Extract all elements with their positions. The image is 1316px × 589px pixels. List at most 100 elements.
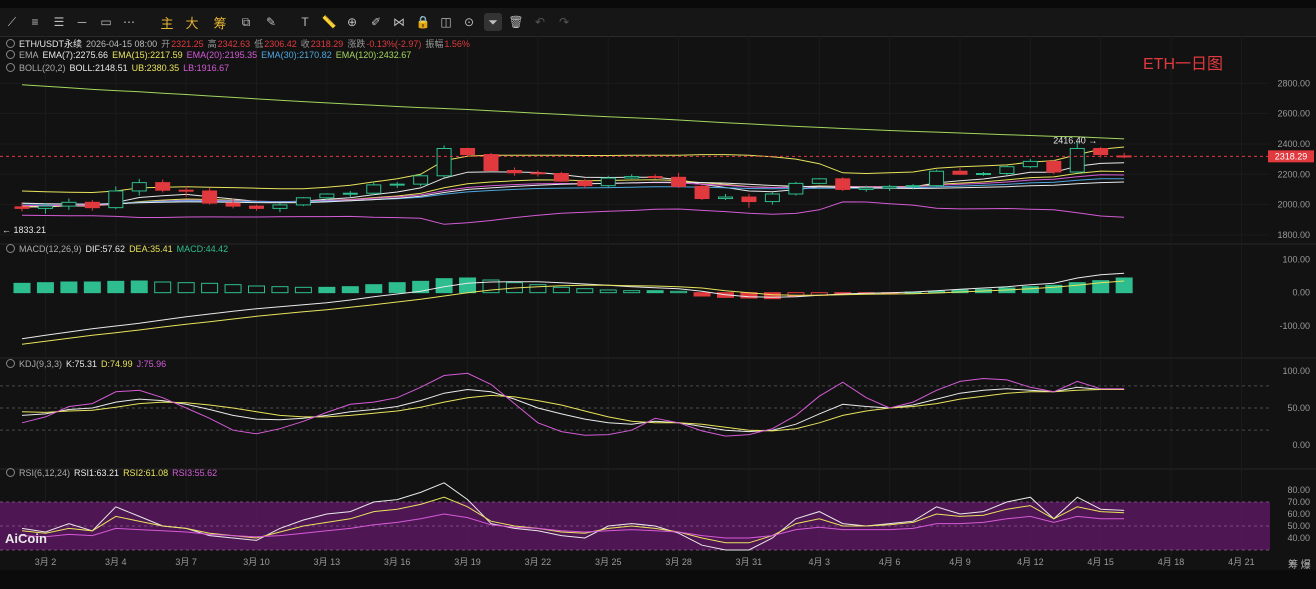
delete-tool-icon[interactable]: 🗑 bbox=[507, 13, 525, 31]
indicator-value: D:74.99 bbox=[101, 359, 133, 369]
macd-bar bbox=[60, 281, 78, 294]
undo-icon[interactable]: ↶ bbox=[531, 13, 549, 31]
bottom-bar bbox=[0, 570, 1316, 589]
macd-bar bbox=[646, 290, 664, 294]
candle bbox=[1022, 160, 1038, 168]
eye-icon[interactable] bbox=[6, 359, 15, 368]
macd-bar bbox=[154, 281, 172, 294]
price-tick-label: 2800.00 bbox=[1277, 78, 1310, 88]
indicator-name[interactable]: MACD(12,26,9) bbox=[19, 244, 82, 254]
kdj-k-line bbox=[21, 386, 1125, 433]
eye-icon[interactable] bbox=[6, 244, 15, 253]
visibility-tool-icon[interactable]: ◫ bbox=[437, 13, 455, 31]
lock-tool-icon[interactable]: 🔒 bbox=[414, 13, 432, 31]
horizontal-line-tool-icon[interactable]: ─ bbox=[73, 13, 91, 31]
x-tick-label: 3月 22 bbox=[525, 557, 552, 567]
symbol-name[interactable]: ETH/USDT永续 bbox=[19, 39, 82, 49]
low-value: 2306.42 bbox=[264, 39, 297, 49]
indicator-name[interactable]: KDJ(9,3,3) bbox=[19, 359, 62, 369]
macd-bar bbox=[599, 289, 617, 294]
macd-tick-label: 100.00 bbox=[1282, 254, 1310, 264]
brush-tool-icon[interactable]: ✐ bbox=[367, 13, 385, 31]
text-tool-icon[interactable]: T bbox=[296, 13, 314, 31]
candle bbox=[225, 202, 241, 207]
ema-legend-row: EMA EMA(7):2275.66 EMA(15):2217.59 EMA(20):… bbox=[6, 50, 415, 60]
x-tick-label: 3月 28 bbox=[665, 557, 692, 567]
kdj-tick-label: 100.00 bbox=[1282, 366, 1310, 376]
price-line-ema-120- bbox=[21, 84, 1125, 140]
indicator-name[interactable]: EMA bbox=[19, 50, 39, 60]
eye-icon[interactable] bbox=[6, 50, 15, 59]
candle bbox=[929, 170, 945, 187]
rsi-tick-label: 40.00 bbox=[1287, 533, 1310, 543]
corner-tools[interactable]: 筹 爆 bbox=[1288, 556, 1311, 571]
x-tick-label: 3月 25 bbox=[595, 557, 622, 567]
indicator-value: EMA(7):2275.66 bbox=[42, 50, 109, 60]
last-price-label: 2318.29 bbox=[1275, 151, 1308, 161]
candle bbox=[131, 182, 147, 192]
horizontal-lines-tool-icon[interactable]: ≡ bbox=[26, 13, 44, 31]
eye-icon[interactable] bbox=[6, 63, 15, 72]
price-tick-label: 2200.00 bbox=[1277, 169, 1310, 179]
amp-value: 1.56% bbox=[444, 39, 470, 49]
magic-tool-icon[interactable]: ✎ bbox=[262, 13, 280, 31]
indicator-value: RSI3:55.62 bbox=[172, 468, 218, 478]
indicator-value: EMA(20):2195.35 bbox=[186, 50, 258, 60]
open-value: 2321.25 bbox=[171, 39, 204, 49]
candle bbox=[319, 193, 335, 199]
macd-bar bbox=[341, 286, 359, 294]
macd-bar bbox=[83, 281, 101, 294]
rsi-tick-label: 50.00 bbox=[1287, 521, 1310, 531]
trend-line-tool-icon[interactable]: ⟋ bbox=[3, 13, 21, 31]
candle bbox=[671, 176, 687, 187]
chart-area[interactable]: 2800.00 2600.00 2400.00 2200.00 2000.00 1800.… bbox=[0, 36, 1316, 570]
indicator-value: LB:1916.67 bbox=[183, 63, 230, 73]
magnet-tool-icon[interactable]: ⊙ bbox=[460, 13, 478, 31]
filter-tool-icon[interactable]: ⏷ bbox=[484, 13, 502, 31]
macd-bar bbox=[623, 290, 641, 294]
candle bbox=[858, 187, 874, 190]
pattern-tool-icon[interactable]: ⋈ bbox=[390, 13, 408, 31]
rsi-legend-row: RSI(6,12,24) RSI1:63.21 RSI2:61.08 RSI3:55.… bbox=[6, 468, 221, 478]
candle bbox=[882, 185, 898, 189]
x-tick-label: 4月 18 bbox=[1158, 557, 1185, 567]
x-tick-label: 4月 21 bbox=[1228, 557, 1255, 567]
x-tick-label: 3月 10 bbox=[243, 557, 270, 567]
x-tick-label: 3月 31 bbox=[736, 557, 763, 567]
indicator-name[interactable]: BOLL(20,2) bbox=[19, 63, 66, 73]
indicator-value: BOLL:2148.51 bbox=[69, 63, 128, 73]
rsi-tick-label: 80.00 bbox=[1287, 485, 1310, 495]
kdj-tick-label: 0.00 bbox=[1292, 440, 1310, 450]
macd-bar bbox=[271, 286, 289, 294]
eye-icon[interactable] bbox=[6, 468, 15, 477]
tool-zhu[interactable]: 主 bbox=[158, 13, 176, 31]
ruler-tool-icon[interactable]: 📏 bbox=[320, 13, 338, 31]
parallel-lines-tool-icon[interactable]: ☰ bbox=[50, 13, 68, 31]
price-tick-label: 2600.00 bbox=[1277, 109, 1310, 119]
candle bbox=[483, 154, 499, 171]
candle bbox=[530, 172, 546, 175]
eye-icon[interactable] bbox=[6, 39, 15, 48]
candle bbox=[84, 201, 100, 209]
copy-tool-icon[interactable]: ⧉ bbox=[237, 13, 255, 31]
macd-bar bbox=[36, 282, 54, 294]
tool-da[interactable]: 大 bbox=[183, 13, 201, 31]
tool-chou[interactable]: 筹 bbox=[211, 13, 229, 31]
candle bbox=[506, 169, 522, 174]
x-tick-label: 4月 9 bbox=[949, 557, 971, 567]
x-tick-label: 3月 2 bbox=[35, 557, 57, 567]
zoom-tool-icon[interactable]: ⊕ bbox=[343, 13, 361, 31]
candle bbox=[1069, 148, 1085, 173]
min-price-label: ← 1833.21 bbox=[2, 225, 46, 235]
rsi-tick-label: 70.00 bbox=[1287, 497, 1310, 507]
candle bbox=[835, 178, 851, 190]
indicator-value: EMA(15):2217.59 bbox=[112, 50, 183, 60]
indicator-name[interactable]: RSI(6,12,24) bbox=[19, 468, 70, 478]
candle bbox=[952, 170, 968, 175]
redo-icon[interactable]: ↷ bbox=[555, 13, 573, 31]
path-tool-icon[interactable]: ⋯ bbox=[120, 13, 138, 31]
rectangle-tool-icon[interactable]: ▭ bbox=[97, 13, 115, 31]
candle bbox=[272, 204, 288, 209]
candle bbox=[788, 182, 804, 195]
macd-bar bbox=[670, 290, 688, 294]
